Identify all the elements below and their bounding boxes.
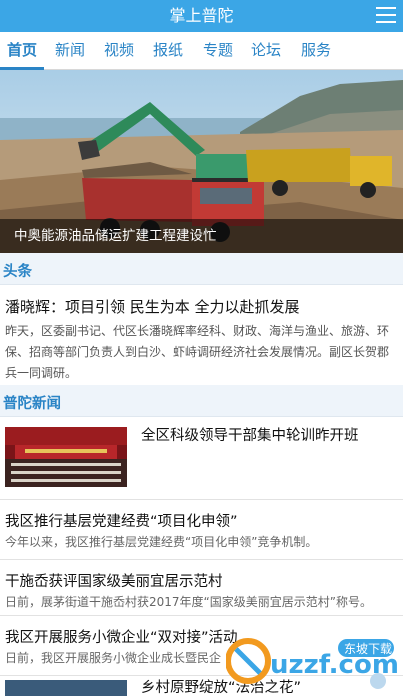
tab-bar: 首页 新闻 视频 报纸 专题 论坛 服务 xyxy=(0,32,403,70)
tab-news[interactable]: 新闻 xyxy=(52,32,88,70)
headline-summary[interactable]: 昨天，区委副书记、代区长潘晓辉率经科、财政、海洋与渔业、旅游、环保、招商等部门负… xyxy=(5,321,398,384)
news-item-title[interactable]: 全区科级领导干部集中轮训昨开班 xyxy=(141,424,359,445)
news-item-title[interactable]: 干施岙获评国家级美丽宜居示范村 xyxy=(5,570,223,591)
watermark-tag: 东坡下载 xyxy=(344,642,392,656)
watermark-logo: uzzf.com 东坡下载 xyxy=(225,631,399,689)
headline-title[interactable]: 潘晓辉：项目引领 民生为本 全力以赴抓发展 xyxy=(5,296,300,317)
news-item-title[interactable]: 我区开展服务小微企业“双对接”活动 xyxy=(5,626,238,647)
tab-special[interactable]: 专题 xyxy=(200,32,236,70)
news-item[interactable]: 我区推行基层党建经费“项目化申领” 今年以来，我区推行基层党建经费“项目化申领”… xyxy=(0,499,403,559)
news-item-summary: 今年以来，我区推行基层党建经费“项目化申领”竞争机制。 xyxy=(5,535,318,549)
app-title: 掌上普陀 xyxy=(169,6,234,25)
section-putuo-news: 普陀新闻 xyxy=(0,385,403,417)
section-headlines-label: 头条 xyxy=(3,264,32,280)
tab-video[interactable]: 视频 xyxy=(101,32,137,70)
top-bar: 掌上普陀 xyxy=(0,0,403,32)
news-item[interactable]: 干施岙获评国家级美丽宜居示范村 日前，展茅街道干施岙村获2017年度“国家级美丽… xyxy=(0,559,403,615)
tab-newspaper[interactable]: 报纸 xyxy=(150,32,186,70)
section-putuo-news-label: 普陀新闻 xyxy=(3,396,61,412)
tab-forum[interactable]: 论坛 xyxy=(248,32,284,70)
hero-banner[interactable]: 中奥能源油品储运扩建工程建设忙 xyxy=(0,70,403,253)
news-item-title[interactable]: 我区推行基层党建经费“项目化申领” xyxy=(5,510,238,531)
news-thumbnail[interactable] xyxy=(5,680,127,696)
tab-home[interactable]: 首页 xyxy=(0,32,44,70)
section-headlines: 头条 xyxy=(0,253,403,285)
news-item-summary: 日前，展茅街道干施岙村获2017年度“国家级美丽宜居示范村”称号。 xyxy=(5,595,372,609)
news-item-summary: 日前，我区开展服务小微企业成长暨民企 xyxy=(5,651,222,665)
hamburger-menu-icon[interactable] xyxy=(376,7,396,24)
hero-caption[interactable]: 中奥能源油品储运扩建工程建设忙 xyxy=(14,224,217,244)
news-thumbnail-meeting[interactable] xyxy=(5,427,127,487)
meeting-photo xyxy=(5,427,127,487)
tab-services[interactable]: 服务 xyxy=(298,32,334,70)
